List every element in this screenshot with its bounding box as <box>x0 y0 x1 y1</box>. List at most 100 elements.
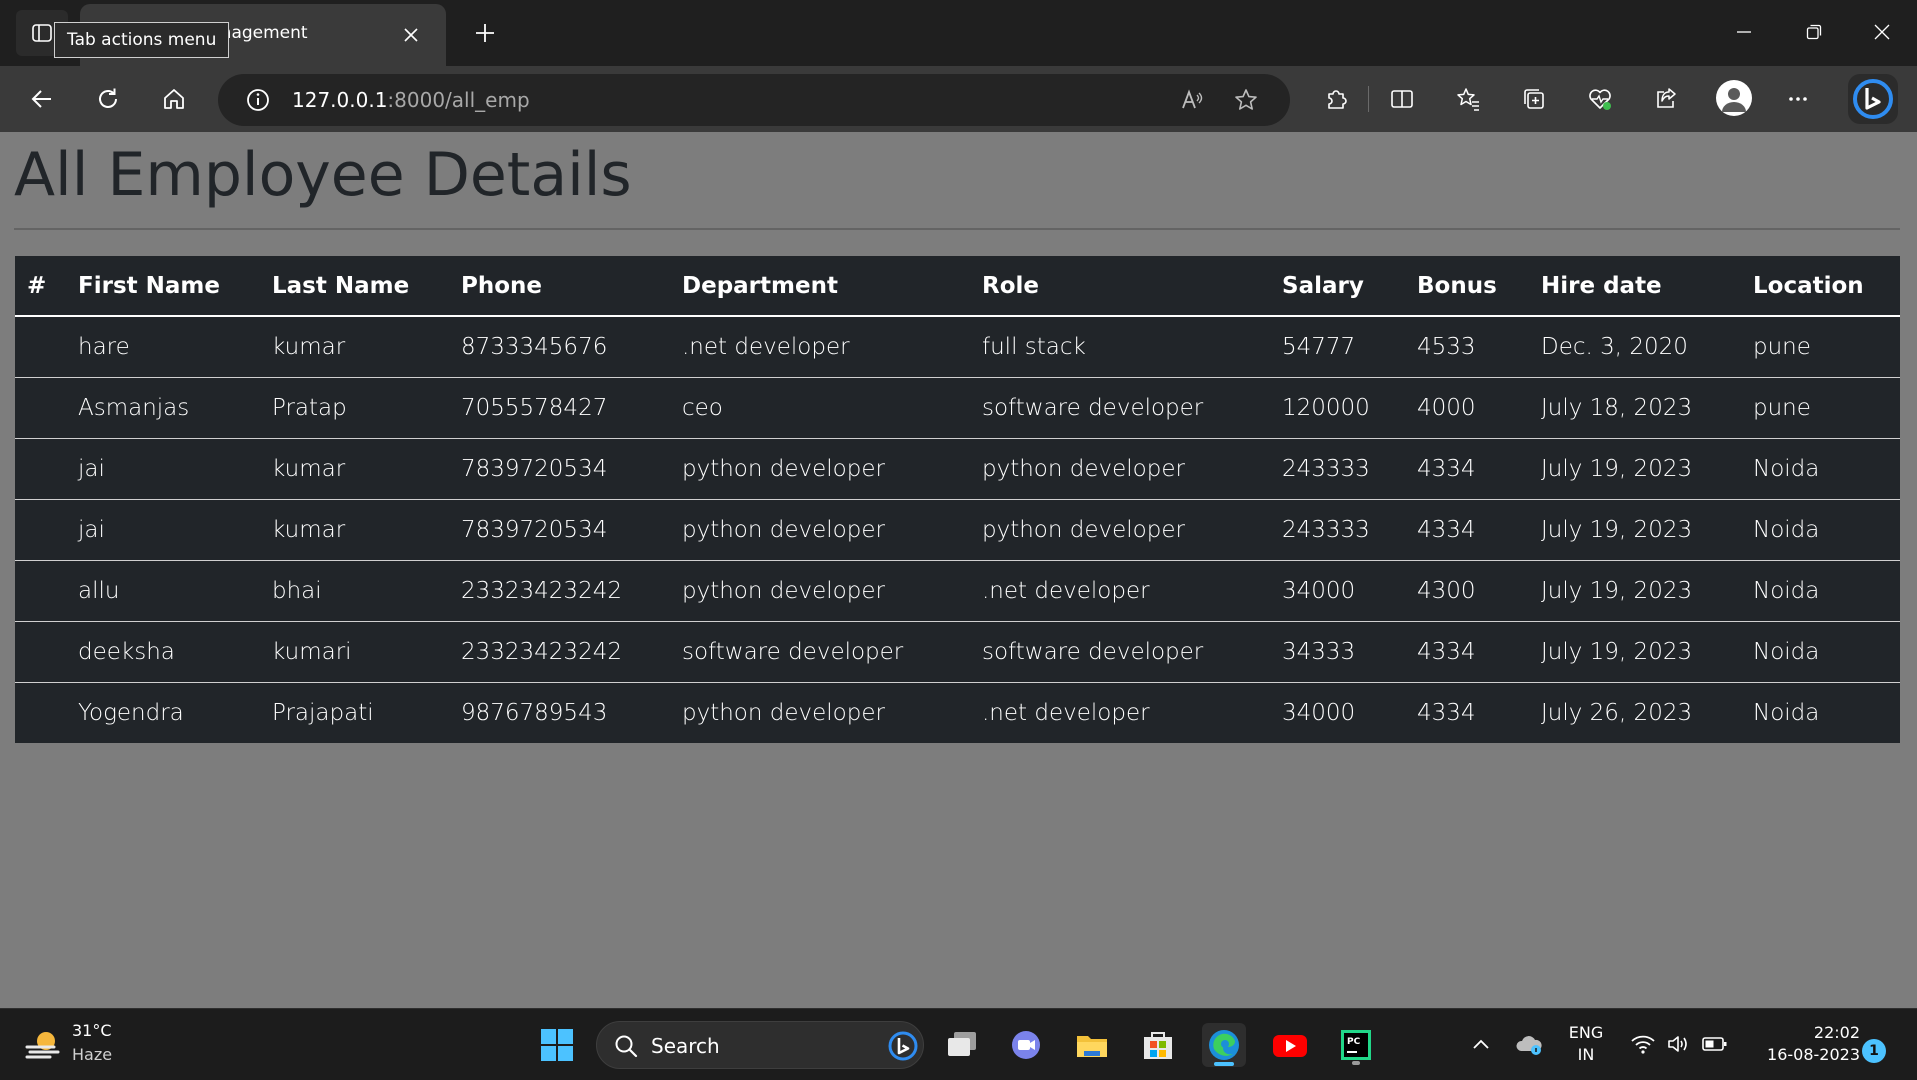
microsoft-store-button[interactable] <box>1136 1023 1180 1067</box>
cell-phone: 7055578427 <box>449 377 670 439</box>
cell-number <box>15 682 66 743</box>
weather-temperature: 31°C <box>72 1021 112 1040</box>
cell-department: python developer <box>682 699 885 726</box>
notification-badge[interactable]: 1 <box>1862 1039 1886 1063</box>
cell-phone: 7839720534 <box>449 499 670 561</box>
cell-last-name: Prajapati <box>272 699 374 726</box>
share-button[interactable] <box>1646 79 1686 119</box>
address-bar[interactable]: 127.0.0.1:8000/all_emp <box>218 74 1290 126</box>
puzzle-icon <box>1328 90 1347 109</box>
cell-role: .net developer <box>982 699 1150 726</box>
haze-weather-icon <box>25 1032 60 1059</box>
cell-department: python developer <box>670 438 970 500</box>
cell-number <box>15 621 66 683</box>
cell-location: Noida <box>1753 699 1820 726</box>
extensions-button[interactable] <box>1316 79 1356 119</box>
split-screen-icon <box>1391 90 1413 108</box>
cell-last-name: kumar <box>260 499 449 561</box>
chevron-up-icon <box>1473 1039 1489 1049</box>
search-label: Search <box>651 1034 720 1058</box>
cell-role: python developer <box>970 438 1270 500</box>
cell-department: software developer <box>670 621 970 683</box>
favorites-button[interactable] <box>1448 79 1488 119</box>
bing-copilot-button[interactable] <box>1848 74 1898 124</box>
minimize-button[interactable] <box>1724 14 1764 50</box>
browser-essentials-button[interactable] <box>1580 79 1620 119</box>
task-view-button[interactable] <box>940 1023 984 1067</box>
cell-department: python developer <box>670 499 970 561</box>
cell-first-name: Asmanjas <box>66 377 260 439</box>
page-content: All Employee Details # First Name Last N… <box>0 132 1917 1008</box>
heart-pulse-icon <box>1589 89 1611 110</box>
edge-taskbar-button[interactable] <box>1202 1023 1246 1067</box>
more-options-button[interactable] <box>1778 79 1818 119</box>
pycharm-taskbar-button[interactable]: PC <box>1334 1023 1378 1067</box>
back-arrow-icon <box>31 90 51 108</box>
clock-date[interactable]: 22:02 16-08-2023 <box>1742 1022 1860 1066</box>
bing-icon <box>1853 79 1893 119</box>
onedrive-tray-button[interactable] <box>1514 1029 1544 1059</box>
chat-icon <box>1012 1031 1040 1059</box>
cell-location: Noida <box>1741 438 1900 500</box>
show-hidden-icons-button[interactable] <box>1466 1029 1496 1059</box>
store-icon <box>1144 1032 1172 1059</box>
url-text[interactable]: 127.0.0.1:8000/all_emp <box>292 88 530 112</box>
wifi-tray-button[interactable] <box>1628 1029 1658 1059</box>
cell-last-name: bhai <box>260 560 449 622</box>
cell-salary: 34000 <box>1270 560 1405 622</box>
split-screen-button[interactable] <box>1382 79 1422 119</box>
cell-department: python developer <box>670 560 970 622</box>
table-row: Asmanjas Pratap 7055578427 ceo software deve… <box>15 377 1900 439</box>
cell-bonus: 4334 <box>1405 499 1529 561</box>
table-row: jai kumar 7839720534 python developer python… <box>15 499 1900 561</box>
start-button[interactable] <box>535 1023 579 1067</box>
youtube-taskbar-button[interactable] <box>1268 1023 1312 1067</box>
running-app-indicator <box>1352 1061 1360 1065</box>
column-header-location: Location <box>1741 256 1900 317</box>
cell-bonus: 4334 <box>1405 438 1529 500</box>
column-header-salary: Salary <box>1270 256 1405 317</box>
cell-role: python developer <box>970 499 1270 561</box>
plus-icon <box>476 24 494 42</box>
table-row: Yogendra Prajapati 9876789543 python develo… <box>15 682 1900 743</box>
region-code: IN <box>1577 1045 1595 1064</box>
back-button[interactable] <box>22 79 62 119</box>
svg-text:PC: PC <box>1347 1037 1361 1047</box>
battery-tray-button[interactable] <box>1700 1029 1730 1059</box>
url-path: :8000/all_emp <box>387 88 530 112</box>
cell-role: full stack <box>970 316 1270 378</box>
cell-salary: 54777 <box>1270 316 1405 378</box>
home-button[interactable] <box>154 79 194 119</box>
add-favorite-button[interactable] <box>1226 80 1266 120</box>
volume-tray-button[interactable] <box>1664 1029 1694 1059</box>
collections-button[interactable] <box>1514 79 1554 119</box>
teams-chat-button[interactable] <box>1004 1023 1048 1067</box>
cell-number <box>15 560 66 622</box>
read-aloud-icon <box>1182 89 1203 109</box>
file-explorer-button[interactable] <box>1070 1023 1114 1067</box>
url-host: 127.0.0.1 <box>292 88 388 112</box>
cell-last-name: Pratap <box>260 377 449 439</box>
cell-number <box>15 438 66 500</box>
cell-location: Noida <box>1741 560 1900 622</box>
cell-location: pune <box>1741 316 1900 378</box>
restore-button[interactable] <box>1794 14 1834 50</box>
active-app-indicator <box>1214 1062 1234 1066</box>
search-icon <box>615 1035 638 1058</box>
read-aloud-button[interactable] <box>1172 80 1212 120</box>
new-tab-button[interactable] <box>468 16 502 50</box>
site-info-button[interactable] <box>238 80 278 120</box>
taskbar: 31°C Haze Search PC ENG IN 22:02 16-08-2… <box>0 1008 1917 1080</box>
language-indicator[interactable]: ENG IN <box>1566 1022 1606 1066</box>
cell-salary: 34333 <box>1270 621 1405 683</box>
profile-avatar[interactable] <box>1716 80 1752 116</box>
close-window-button[interactable] <box>1862 14 1902 50</box>
cell-hire-date: July 19, 2023 <box>1529 560 1741 622</box>
weather-condition: Haze <box>72 1045 113 1064</box>
cell-bonus: 4334 <box>1405 621 1529 683</box>
taskbar-search[interactable]: Search <box>596 1021 924 1069</box>
column-header-hire-date: Hire date <box>1529 256 1741 317</box>
close-tab-button[interactable] <box>398 22 424 48</box>
cell-phone: 7839720534 <box>449 438 670 500</box>
refresh-button[interactable] <box>88 79 128 119</box>
